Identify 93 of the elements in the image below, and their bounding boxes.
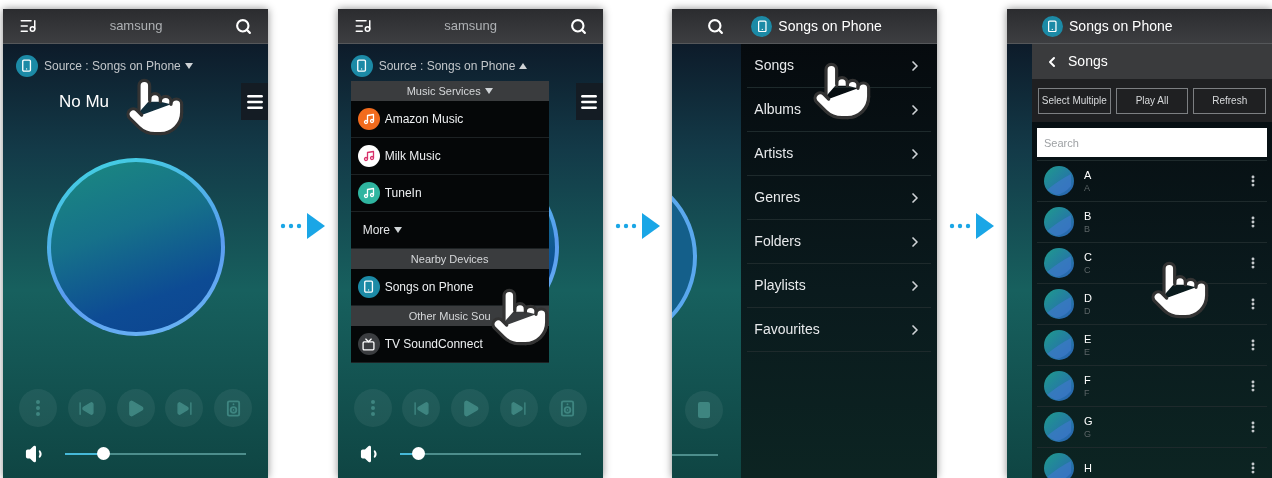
search-icon[interactable]: [707, 17, 725, 35]
library-category-item[interactable]: Playlists: [747, 264, 932, 308]
source-menu-item[interactable]: TuneIn: [350, 175, 549, 212]
song-subtitle: A: [1084, 182, 1092, 194]
song-row[interactable]: B B: [1037, 201, 1267, 242]
library-category-item[interactable]: Favourites: [747, 308, 932, 352]
song-row[interactable]: F F: [1037, 365, 1267, 406]
section-title: Other Music Sou: [408, 308, 491, 324]
smartphone-icon: [362, 280, 376, 294]
song-subtitle: F: [1084, 387, 1091, 399]
speaker-icon: [559, 399, 577, 417]
panel-title: Songs on Phone: [1069, 16, 1173, 36]
song-title: A: [1084, 168, 1093, 182]
song-subtitle: B: [1084, 223, 1092, 235]
category-label: Artists: [754, 144, 794, 163]
category-label: Songs: [754, 56, 795, 75]
section-title: Music Services: [406, 83, 481, 99]
song-title: E: [1084, 332, 1093, 346]
section-title: Nearby Devices: [410, 251, 489, 267]
previous-icon: [412, 399, 430, 417]
album-art-icon: [1044, 207, 1074, 237]
action-button[interactable]: Play All: [1115, 87, 1189, 114]
search-icon[interactable]: [569, 17, 587, 35]
panel-title: Songs on Phone: [778, 16, 882, 36]
volume-slider[interactable]: [65, 447, 246, 461]
app-title: samsung: [108, 17, 164, 36]
song-subtitle: C: [1084, 264, 1092, 276]
library-category-item[interactable]: Folders: [747, 220, 932, 264]
television-icon: [362, 337, 376, 351]
volume-thumb[interactable]: [411, 447, 425, 460]
source-name: Milk Music: [384, 148, 441, 165]
song-title: F: [1084, 373, 1092, 387]
speaker-icon: [224, 399, 242, 417]
source-selector[interactable]: Source : Songs on Phone: [378, 57, 528, 75]
song-title: C: [1084, 250, 1093, 264]
more-options-icon: [36, 400, 40, 416]
song-title: H: [1084, 461, 1093, 475]
song-row[interactable]: H: [1037, 447, 1267, 478]
now-playing-title: No Mu: [59, 90, 110, 113]
album-art-icon: [1044, 289, 1074, 319]
category-label: Albums: [754, 100, 802, 119]
play-icon: [126, 398, 145, 418]
menu-button[interactable]: [575, 83, 603, 120]
back-title: Songs: [1068, 52, 1108, 71]
category-label: Genres: [754, 188, 801, 207]
song-subtitle: D: [1084, 305, 1092, 317]
search-icon[interactable]: [235, 17, 252, 35]
music-note-icon: [362, 113, 375, 125]
song-row[interactable]: G G: [1037, 406, 1267, 447]
source-name: TuneIn: [384, 185, 422, 202]
source-menu-item[interactable]: Milk Music: [350, 138, 549, 175]
volume-thumb[interactable]: [97, 447, 110, 460]
album-art-icon: [1044, 248, 1074, 278]
song-title: D: [1084, 291, 1093, 305]
source-name: TV SoundConnect: [384, 336, 483, 353]
source-name: Amazon Music: [384, 111, 464, 128]
source-name: Songs on Phone: [384, 279, 474, 296]
source-selector[interactable]: Source : Songs on Phone: [44, 57, 193, 75]
music-note-icon: [362, 187, 375, 199]
album-art-icon: [1044, 330, 1074, 360]
album-art-icon: [1044, 412, 1074, 442]
music-note-icon: [362, 150, 375, 162]
category-label: Folders: [754, 232, 802, 251]
app-title: samsung: [443, 17, 499, 36]
next-step-arrow: [279, 213, 326, 239]
queue-icon[interactable]: [353, 17, 372, 35]
song-title: B: [1084, 209, 1093, 223]
song-title: G: [1084, 414, 1094, 428]
source-menu-item[interactable]: Amazon Music: [350, 101, 549, 138]
library-category-item[interactable]: Genres: [747, 176, 932, 220]
next-step-arrow: [949, 213, 996, 239]
category-label: Playlists: [754, 276, 806, 295]
next-icon: [510, 399, 528, 417]
song-subtitle: G: [1084, 428, 1093, 440]
action-button[interactable]: Select Multiple: [1038, 87, 1111, 114]
volume-slider[interactable]: [399, 447, 581, 461]
smartphone-icon: [355, 59, 369, 73]
search-field[interactable]: Search: [1037, 128, 1267, 157]
more-options-icon: [370, 400, 375, 416]
menu-button[interactable]: [241, 83, 268, 120]
previous-icon: [78, 399, 96, 417]
song-row[interactable]: A A: [1037, 160, 1267, 201]
song-row[interactable]: E E: [1037, 324, 1267, 365]
next-icon: [175, 399, 193, 417]
song-subtitle: E: [1084, 346, 1092, 358]
album-art-icon: [1044, 166, 1074, 196]
action-button[interactable]: Refresh: [1193, 87, 1267, 114]
queue-icon[interactable]: [19, 17, 37, 35]
album-art-icon: [1044, 453, 1074, 478]
library-category-item[interactable]: Artists: [747, 132, 932, 176]
next-step-arrow: [614, 213, 661, 239]
album-art-icon: [1044, 371, 1074, 401]
category-label: Favourites: [754, 320, 820, 339]
